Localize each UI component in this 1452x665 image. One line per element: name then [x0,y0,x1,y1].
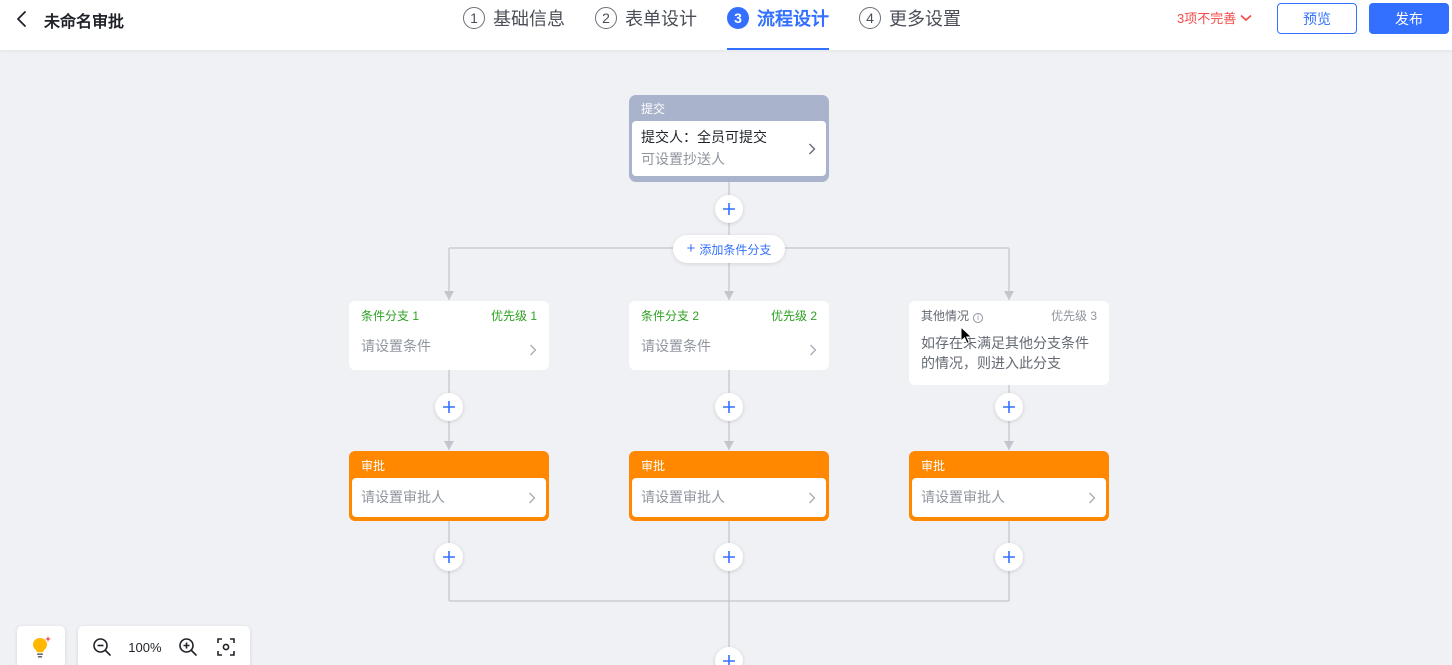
plus-icon [723,401,735,413]
fit-screen-icon [217,638,235,656]
preview-button[interactable]: 预览 [1277,3,1357,34]
branch-name: 条件分支 1 [361,309,420,323]
add-node-button[interactable] [435,393,463,421]
other-branch-description: 如存在未满足其他分支条件的情况，则进入此分支 [921,335,1089,371]
zoom-in-icon [178,638,197,656]
add-node-button[interactable] [715,393,743,421]
submit-node[interactable]: 提交 提交人：全员可提交 可设置抄送人 [629,95,829,182]
approval-node-title: 审批 [921,459,946,473]
publish-button[interactable]: 发布 [1369,3,1449,34]
chevron-right-icon [1089,492,1096,503]
approval-title: 未命名审批 [44,14,125,31]
approver-hint: 请设置审批人 [921,489,1005,505]
add-node-button[interactable] [715,195,743,223]
submit-node-title: 提交 [641,102,666,116]
tips-button[interactable] [17,626,65,665]
warning-text: 3项不完善 [1177,11,1237,26]
approval-node-title: 审批 [641,459,666,473]
plus-icon [723,655,735,665]
back-arrow-icon[interactable] [12,8,36,30]
approval-node-2[interactable]: 审批 请设置审批人 [629,451,829,521]
add-node-button[interactable] [995,543,1023,571]
branch-priority: 优先级 3 [1050,309,1097,323]
plus-icon [443,401,455,413]
chevron-right-icon [809,492,816,503]
top-header: 未命名审批 1 基础信息 2 表单设计 3 流程设计 4 更多设置 3项不完善 … [0,0,1452,50]
step-label: 基础信息 [493,9,565,29]
plus-icon [443,551,455,563]
zoom-in-button[interactable] [176,635,200,659]
zoom-toolbar: 100% [78,626,250,665]
branch-priority: 优先级 2 [770,309,817,323]
step-tabs: 1 基础信息 2 表单设计 3 流程设计 4 更多设置 [463,0,991,50]
step-label: 表单设计 [625,9,697,29]
plus-icon [1003,551,1015,563]
branch-name: 其他情况 [921,309,970,323]
approval-node-title: 审批 [361,459,386,473]
add-branch-label: 添加条件分支 [699,242,772,257]
branch-name: 条件分支 2 [641,309,700,323]
zoom-level: 100% [128,639,162,655]
step-number: 1 [463,7,485,29]
add-node-button[interactable] [995,393,1023,421]
chevron-down-icon [1240,14,1252,21]
tab-form-design[interactable]: 2 表单设计 [595,0,697,36]
chevron-right-icon [810,344,817,356]
step-label: 更多设置 [889,9,961,29]
plus-icon [723,551,735,563]
chevron-right-icon [809,143,816,154]
branch-priority: 优先级 1 [490,309,537,323]
condition-branch-2[interactable]: 条件分支 2 优先级 2 请设置条件 [629,301,829,370]
approval-node-1[interactable]: 审批 请设置审批人 [349,451,549,521]
condition-hint: 请设置条件 [641,338,711,354]
cc-hint-text: 可设置抄送人 [641,151,725,167]
plus-icon [1003,401,1015,413]
condition-hint: 请设置条件 [361,338,431,354]
plus-icon: + [686,240,696,257]
zoom-out-icon [93,638,111,656]
tab-flow-design[interactable]: 3 流程设计 [727,0,829,50]
approval-node-3[interactable]: 审批 请设置审批人 [909,451,1109,521]
fit-screen-button[interactable] [214,635,238,659]
step-label: 流程设计 [757,9,829,29]
step-number: 4 [859,7,881,29]
submitter-text: 提交人：全员可提交 [641,129,767,145]
condition-branch-other[interactable]: 其他情况 i 优先级 3 如存在未满足其他分支条件的情况，则进入此分支 [909,301,1109,385]
chevron-right-icon [529,492,536,503]
condition-branch-1[interactable]: 条件分支 1 优先级 1 请设置条件 [349,301,549,370]
incomplete-warning[interactable]: 3项不完善 [1177,8,1252,27]
add-node-button[interactable] [715,543,743,571]
add-condition-branch-button[interactable]: + 添加条件分支 [673,235,785,263]
info-icon[interactable]: i [973,313,984,323]
approver-hint: 请设置审批人 [641,489,725,505]
mouse-cursor-icon [960,326,973,345]
tab-basic-info[interactable]: 1 基础信息 [463,0,565,36]
chevron-right-icon [530,344,537,356]
lightbulb-icon [33,636,51,658]
approver-hint: 请设置审批人 [361,489,445,505]
zoom-out-button[interactable] [90,635,114,659]
plus-icon [723,203,735,215]
tab-more-settings[interactable]: 4 更多设置 [859,0,961,36]
step-number: 2 [595,7,617,29]
step-number: 3 [727,7,749,29]
add-node-button[interactable] [435,543,463,571]
